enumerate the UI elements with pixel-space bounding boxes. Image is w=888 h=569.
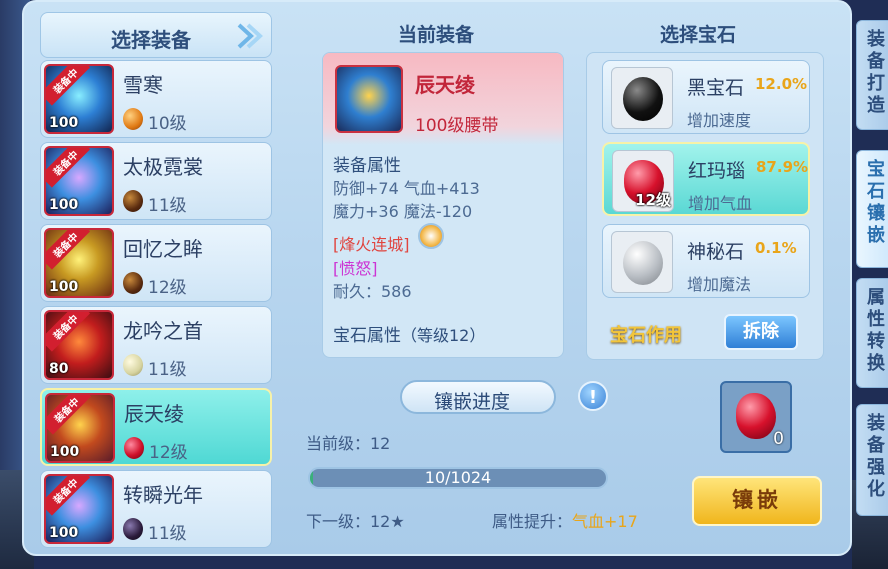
durability: 耐久：586 bbox=[333, 282, 412, 301]
gem-slot-thumb bbox=[611, 67, 673, 129]
side-tab[interactable]: 装备强化 bbox=[856, 404, 888, 516]
equipment-icon: 装备中 80 bbox=[44, 310, 114, 380]
equipment-level: 100 bbox=[49, 197, 79, 213]
equipment-attributes-title: 装备属性 bbox=[333, 156, 401, 176]
equipment-list-item[interactable]: 装备中 80 龙吟之首 11级 bbox=[40, 306, 272, 384]
equipment-list-item[interactable]: 装备中 100 转瞬光年 11级 bbox=[40, 470, 272, 548]
equipped-badge: 装备中 bbox=[47, 395, 92, 435]
silver-gem-icon bbox=[623, 241, 663, 285]
equipment-type: 100级腰带 bbox=[415, 116, 499, 136]
gem-icon bbox=[123, 108, 143, 130]
gem-description: 增加魔法 bbox=[687, 275, 752, 294]
equipment-icon: 装备中 100 bbox=[44, 228, 114, 298]
special-effect[interactable]: [愤怒] bbox=[333, 255, 378, 279]
gem-icon bbox=[123, 272, 143, 294]
gem-percentage: 87.9% bbox=[756, 158, 809, 176]
gem-percentage: 0.1% bbox=[755, 239, 797, 257]
gem-level: 11级 bbox=[148, 196, 187, 216]
side-tab-label: 属性转换 bbox=[867, 287, 885, 374]
gem-level: 12级 bbox=[149, 443, 188, 463]
equipped-badge: 装备中 bbox=[46, 148, 91, 188]
info-icon[interactable]: ! bbox=[578, 381, 608, 411]
gem-icon bbox=[123, 518, 143, 540]
current-equipment-title: 当前装备 bbox=[398, 24, 475, 46]
gem-icon bbox=[123, 354, 143, 376]
gem-slot-thumb bbox=[611, 231, 673, 293]
gem-attributes-title: 宝石属性（等级12） bbox=[333, 326, 486, 346]
attribute-line-1: 防御+74 气血+413 bbox=[333, 179, 480, 198]
gem-name: 神秘石 bbox=[687, 241, 745, 263]
gem-slot-count: 0 bbox=[773, 429, 784, 449]
equipment-level: 100 bbox=[50, 444, 80, 460]
equipment-icon: 装备中 100 bbox=[44, 64, 114, 134]
attribute-boost: 属性提升：气血+17 bbox=[492, 512, 638, 531]
equipped-badge: 装备中 bbox=[46, 476, 91, 516]
gem-list-item[interactable]: 黑宝石 12.0% 增加速度 bbox=[602, 60, 810, 134]
gem-icon bbox=[123, 190, 143, 212]
equipment-icon: 装备中 100 bbox=[44, 474, 114, 544]
gem-level-label: 12级 bbox=[635, 191, 671, 209]
gem-description: 增加气血 bbox=[688, 194, 753, 213]
equipment-name: 转瞬光年 bbox=[123, 483, 203, 507]
progress-text: 10/1024 bbox=[424, 468, 492, 487]
equipped-badge: 装备中 bbox=[46, 230, 91, 270]
black-gem-icon bbox=[623, 77, 663, 121]
equipment-level: 100 bbox=[49, 279, 79, 295]
gem-level: 11级 bbox=[148, 524, 187, 544]
equipment-icon: 装备中 100 bbox=[44, 146, 114, 216]
double-chevron-right-icon[interactable] bbox=[235, 21, 263, 51]
side-tab[interactable]: 属性转换 bbox=[856, 278, 888, 388]
equipment-list-item[interactable]: 装备中 100 辰天绫 12级 bbox=[40, 388, 272, 466]
inlay-progress-bar: 10/1024 bbox=[308, 467, 608, 489]
gem-level: 12级 bbox=[148, 278, 187, 298]
remove-button[interactable]: 拆除 bbox=[724, 314, 798, 350]
equipment-level: 80 bbox=[49, 361, 69, 377]
equipment-list-item[interactable]: 装备中 100 太极霓裳 11级 bbox=[40, 142, 272, 220]
side-tab-label: 宝石镶嵌 bbox=[867, 159, 885, 246]
gem-list-item[interactable]: 神秘石 0.1% 增加魔法 bbox=[602, 224, 810, 298]
attribute-line-2: 魔力+36 魔法-120 bbox=[333, 202, 473, 221]
gem-slot[interactable]: 0 bbox=[720, 381, 792, 453]
inlay-button[interactable]: 镶嵌 bbox=[692, 476, 822, 526]
gem-percentage: 12.0% bbox=[755, 75, 808, 93]
belt-icon bbox=[335, 65, 403, 133]
side-tab-label: 装备打造 bbox=[867, 29, 885, 116]
refresh-icon[interactable] bbox=[418, 223, 444, 249]
equipment-level: 100 bbox=[49, 525, 79, 541]
select-equipment-header: 选择装备 bbox=[40, 12, 272, 58]
current-level: 当前级：12 bbox=[306, 434, 391, 453]
gem-level: 10级 bbox=[148, 114, 187, 134]
equipped-badge: 装备中 bbox=[46, 312, 91, 352]
gem-effect-label[interactable]: 宝石作用 bbox=[610, 321, 682, 347]
equipment-name: 雪寒 bbox=[123, 73, 163, 97]
next-level: 下一级：12★ bbox=[306, 512, 405, 531]
gem-list-item[interactable]: 12级 红玛瑙 87.9% 增加气血 bbox=[602, 142, 810, 216]
equipment-name: 太极霓裳 bbox=[123, 155, 203, 179]
red-agate-icon bbox=[736, 393, 776, 439]
side-tab-label: 装备强化 bbox=[867, 413, 885, 500]
equipped-badge: 装备中 bbox=[46, 66, 91, 106]
equipment-detail-card: 辰天绫 100级腰带 装备属性 防御+74 气血+413 魔力+36 魔法-12… bbox=[322, 52, 564, 358]
equipment-name: 辰天绫 bbox=[415, 73, 475, 97]
gem-name: 红玛瑙 bbox=[688, 160, 746, 182]
equipment-name: 辰天绫 bbox=[124, 402, 184, 426]
select-gem-title: 选择宝石 bbox=[660, 24, 737, 46]
side-tab[interactable]: 装备打造 bbox=[856, 20, 888, 130]
special-skill[interactable]: [烽火连城] bbox=[333, 231, 410, 255]
select-equipment-title: 选择装备 bbox=[111, 28, 191, 52]
inlay-progress-title: 镶嵌进度 bbox=[400, 380, 556, 414]
gem-description: 增加速度 bbox=[687, 111, 752, 130]
equipment-icon: 装备中 100 bbox=[45, 393, 115, 463]
gem-name: 黑宝石 bbox=[687, 77, 745, 99]
equipment-name: 龙吟之首 bbox=[123, 319, 203, 343]
side-tab[interactable]: 宝石镶嵌 bbox=[856, 150, 888, 268]
gem-level: 11级 bbox=[148, 360, 187, 380]
equipment-level: 100 bbox=[49, 115, 79, 131]
gem-slot-thumb: 12级 bbox=[612, 150, 674, 212]
equipment-list-item[interactable]: 装备中 100 回忆之眸 12级 bbox=[40, 224, 272, 302]
gem-icon bbox=[124, 437, 144, 459]
equipment-list-item[interactable]: 装备中 100 雪寒 10级 bbox=[40, 60, 272, 138]
equipment-name: 回忆之眸 bbox=[123, 237, 203, 261]
